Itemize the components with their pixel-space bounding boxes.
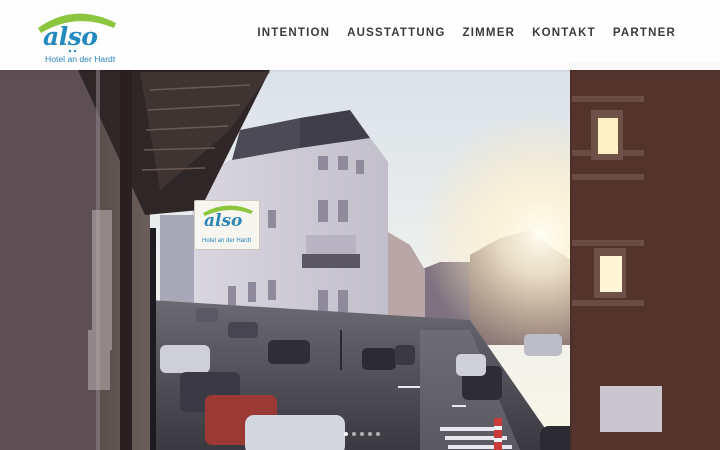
hotel-facade-sign: also Hotel an der Hardt [194,200,260,250]
slider-pagination [344,432,380,436]
nav-item-partner[interactable]: PARTNER [613,27,676,39]
sign-brand-subtitle: Hotel an der Hardt [202,238,252,244]
site-header: also Hotel an der Hardt INTENTION AUSSTA… [0,0,720,70]
nav-item-intention[interactable]: INTENTION [257,27,330,39]
nav-item-kontakt[interactable]: KONTAKT [532,27,596,39]
site-logo[interactable]: also Hotel an der Hardt [34,6,120,66]
slider-dot[interactable] [360,432,364,436]
slider-dot[interactable] [352,432,356,436]
logo-brand-name: also [43,22,98,51]
nav-item-zimmer[interactable]: ZIMMER [463,27,516,39]
sign-brand-name: also [204,211,243,231]
slider-dot[interactable] [344,432,348,436]
logo-subtitle: Hotel an der Hardt [45,54,116,64]
nav-item-ausstattung[interactable]: AUSSTATTUNG [347,27,445,39]
slider-dot[interactable] [376,432,380,436]
main-navigation: INTENTION AUSSTATTUNG ZIMMER KONTAKT PAR… [257,27,676,39]
slider-dot[interactable] [368,432,372,436]
